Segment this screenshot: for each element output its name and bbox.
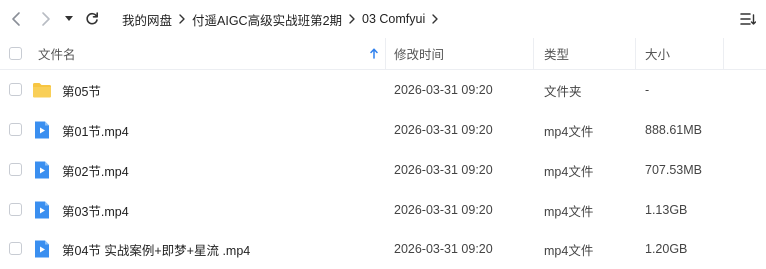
column-name-header[interactable]: 文件名	[38, 38, 76, 69]
file-type: mp4文件	[544, 243, 594, 258]
file-row[interactable]: 第01节.mp4 2026-03-31 09:20 mp4文件 888.61MB	[0, 110, 766, 150]
chevron-right-icon	[179, 14, 185, 24]
folder-icon	[33, 83, 51, 98]
forward-button[interactable]	[36, 8, 56, 30]
file-name: 第01节.mp4	[62, 124, 129, 139]
breadcrumb: 我的网盘 付遥AIGC高级实战班第2期 03 Comfyui	[122, 0, 445, 38]
video-file-icon	[35, 201, 49, 219]
column-divider[interactable]	[723, 38, 724, 69]
file-modified: 2026-03-31 09:20	[394, 242, 493, 256]
chevron-right-icon	[432, 14, 438, 24]
breadcrumb-item-root[interactable]: 我的网盘	[122, 10, 172, 29]
history-dropdown-button[interactable]	[61, 8, 77, 30]
row-checkbox[interactable]	[9, 123, 22, 136]
file-row[interactable]: 第05节 2026-03-31 09:20 文件夹 -	[0, 70, 766, 110]
file-name: 第03节.mp4	[62, 204, 129, 219]
file-modified: 2026-03-31 09:20	[394, 163, 493, 177]
sort-view-button[interactable]	[738, 9, 758, 29]
column-type-header[interactable]: 类型	[544, 38, 569, 69]
column-size-label: 大小	[645, 48, 671, 62]
file-size: -	[645, 83, 650, 97]
column-divider[interactable]	[385, 38, 386, 69]
back-button[interactable]	[6, 8, 26, 30]
chevron-right-icon	[349, 14, 355, 24]
column-header: 文件名 修改时间 类型 大小	[0, 38, 766, 70]
column-name-label: 文件名	[38, 48, 76, 62]
file-type: mp4文件	[544, 124, 594, 139]
file-row[interactable]: 第03节.mp4 2026-03-31 09:20 mp4文件 1.13GB	[0, 190, 766, 230]
row-checkbox[interactable]	[9, 163, 22, 176]
column-size-header[interactable]: 大小	[645, 38, 670, 69]
column-divider[interactable]	[533, 38, 534, 69]
breadcrumb-item-course[interactable]: 付遥AIGC高级实战班第2期	[192, 10, 342, 29]
file-name: 第02节.mp4	[62, 164, 129, 179]
column-type-label: 类型	[544, 48, 570, 62]
file-name: 第04节 实战案例+即梦+星流 .mp4	[62, 243, 251, 258]
file-type: 文件夹	[544, 84, 582, 99]
file-size: 1.13GB	[645, 203, 688, 217]
file-name: 第05节	[62, 84, 101, 99]
file-row[interactable]: 第02节.mp4 2026-03-31 09:20 mp4文件 707.53MB	[0, 150, 766, 190]
sort-list-icon	[740, 13, 756, 25]
caret-down-icon	[65, 16, 73, 21]
video-file-icon	[35, 121, 49, 139]
file-type: mp4文件	[544, 164, 594, 179]
row-checkbox[interactable]	[9, 242, 22, 255]
row-checkbox[interactable]	[9, 203, 22, 216]
select-all-checkbox[interactable]	[9, 47, 22, 60]
video-file-icon	[35, 161, 49, 179]
row-checkbox[interactable]	[9, 83, 22, 96]
breadcrumb-item-current[interactable]: 03 Comfyui	[362, 12, 425, 26]
video-file-icon	[35, 240, 49, 258]
file-size: 888.61MB	[645, 123, 702, 137]
chevron-right-icon	[42, 12, 50, 26]
refresh-button[interactable]	[82, 8, 102, 30]
column-modified-header[interactable]: 修改时间	[394, 38, 444, 69]
file-row[interactable]: 第04节 实战案例+即梦+星流 .mp4 2026-03-31 09:20 mp…	[0, 229, 766, 269]
sort-ascending-icon[interactable]	[370, 38, 378, 69]
file-modified: 2026-03-31 09:20	[394, 83, 493, 97]
file-size: 1.20GB	[645, 242, 688, 256]
chevron-left-icon	[12, 12, 20, 26]
column-divider[interactable]	[635, 38, 636, 69]
refresh-icon	[86, 12, 98, 25]
toolbar: 我的网盘 付遥AIGC高级实战班第2期 03 Comfyui	[0, 0, 766, 38]
file-modified: 2026-03-31 09:20	[394, 203, 493, 217]
file-size: 707.53MB	[645, 163, 702, 177]
file-type: mp4文件	[544, 204, 594, 219]
file-modified: 2026-03-31 09:20	[394, 123, 493, 137]
column-modified-label: 修改时间	[394, 48, 445, 62]
